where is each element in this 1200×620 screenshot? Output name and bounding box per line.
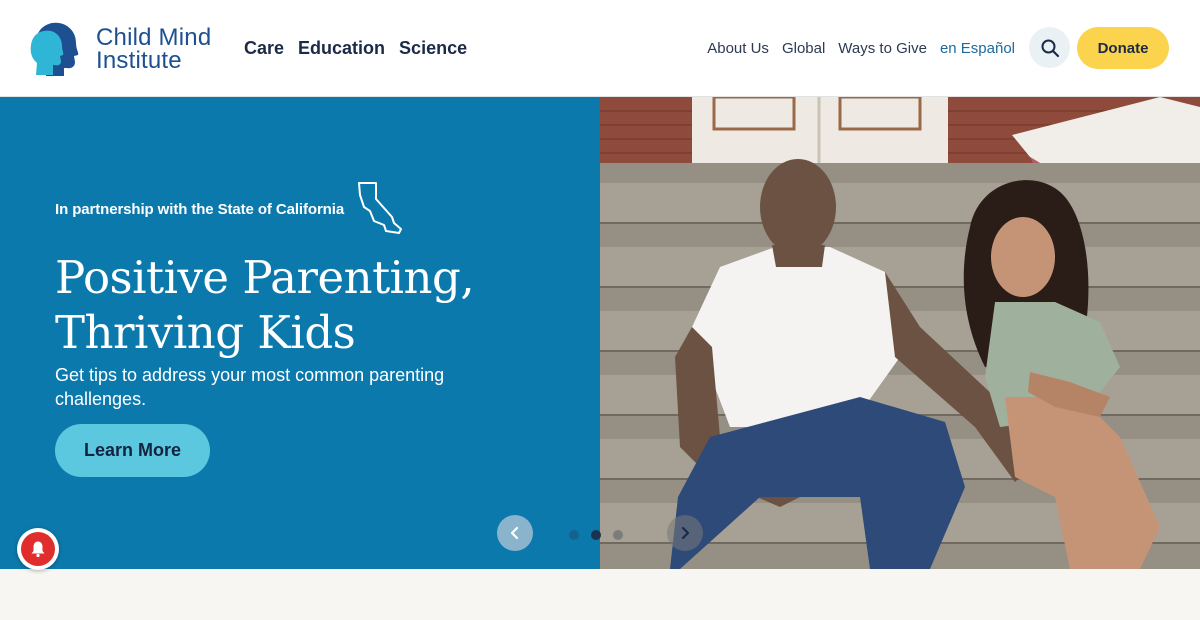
learn-more-button[interactable]: Learn More xyxy=(55,424,210,477)
nav-science[interactable]: Science xyxy=(399,37,467,59)
nav-ways-to-give[interactable]: Ways to Give xyxy=(838,39,927,58)
bell-icon xyxy=(31,541,45,558)
partnership-label: In partnership with the State of Califor… xyxy=(55,201,345,218)
logo-name-line2: Institute xyxy=(96,47,182,74)
nav-education[interactable]: Education xyxy=(298,37,385,59)
logo-link[interactable]: Child Mind Institute xyxy=(30,20,230,78)
chevron-right-icon xyxy=(681,526,690,540)
utility-nav: About Us Global Ways to Give en Español xyxy=(707,39,1015,58)
hero-headline-line2: Thriving Kids xyxy=(55,306,356,359)
carousel-dot-3[interactable] xyxy=(613,530,623,540)
chevron-left-icon xyxy=(510,526,519,540)
hero-text-panel: In partnership with the State of Califor… xyxy=(0,97,600,569)
nav-global[interactable]: Global xyxy=(782,39,825,58)
hero-headline: Positive Parenting, Thriving Kids xyxy=(55,250,475,360)
hero-headline-line1: Positive Parenting, xyxy=(55,251,475,304)
carousel-dot-1[interactable] xyxy=(569,530,579,540)
page-content-start xyxy=(0,569,1200,620)
nav-care[interactable]: Care xyxy=(244,37,284,59)
search-button[interactable] xyxy=(1029,27,1070,68)
primary-nav: Care Education Science xyxy=(244,37,467,59)
carousel-dot-2[interactable] xyxy=(591,530,601,540)
carousel-next-button[interactable] xyxy=(667,515,703,551)
hero-photo xyxy=(600,97,1200,569)
hero-carousel: In partnership with the State of Califor… xyxy=(0,97,1200,569)
california-outline-icon xyxy=(358,182,402,234)
search-icon xyxy=(1041,39,1059,57)
profile-heads-icon xyxy=(30,22,79,76)
hero-subtext: Get tips to address your most common par… xyxy=(55,365,445,409)
nav-en-espanol[interactable]: en Español xyxy=(940,39,1015,58)
logo-name-line1: Child Mind xyxy=(96,24,212,51)
carousel-dots xyxy=(569,530,623,540)
notification-button[interactable] xyxy=(17,528,59,570)
donate-button[interactable]: Donate xyxy=(1077,27,1169,69)
nav-about-us[interactable]: About Us xyxy=(707,39,769,58)
carousel-prev-button[interactable] xyxy=(497,515,533,551)
hero-photo-illustration xyxy=(600,97,1200,569)
site-header: Child Mind Institute Care Education Scie… xyxy=(0,0,1200,97)
